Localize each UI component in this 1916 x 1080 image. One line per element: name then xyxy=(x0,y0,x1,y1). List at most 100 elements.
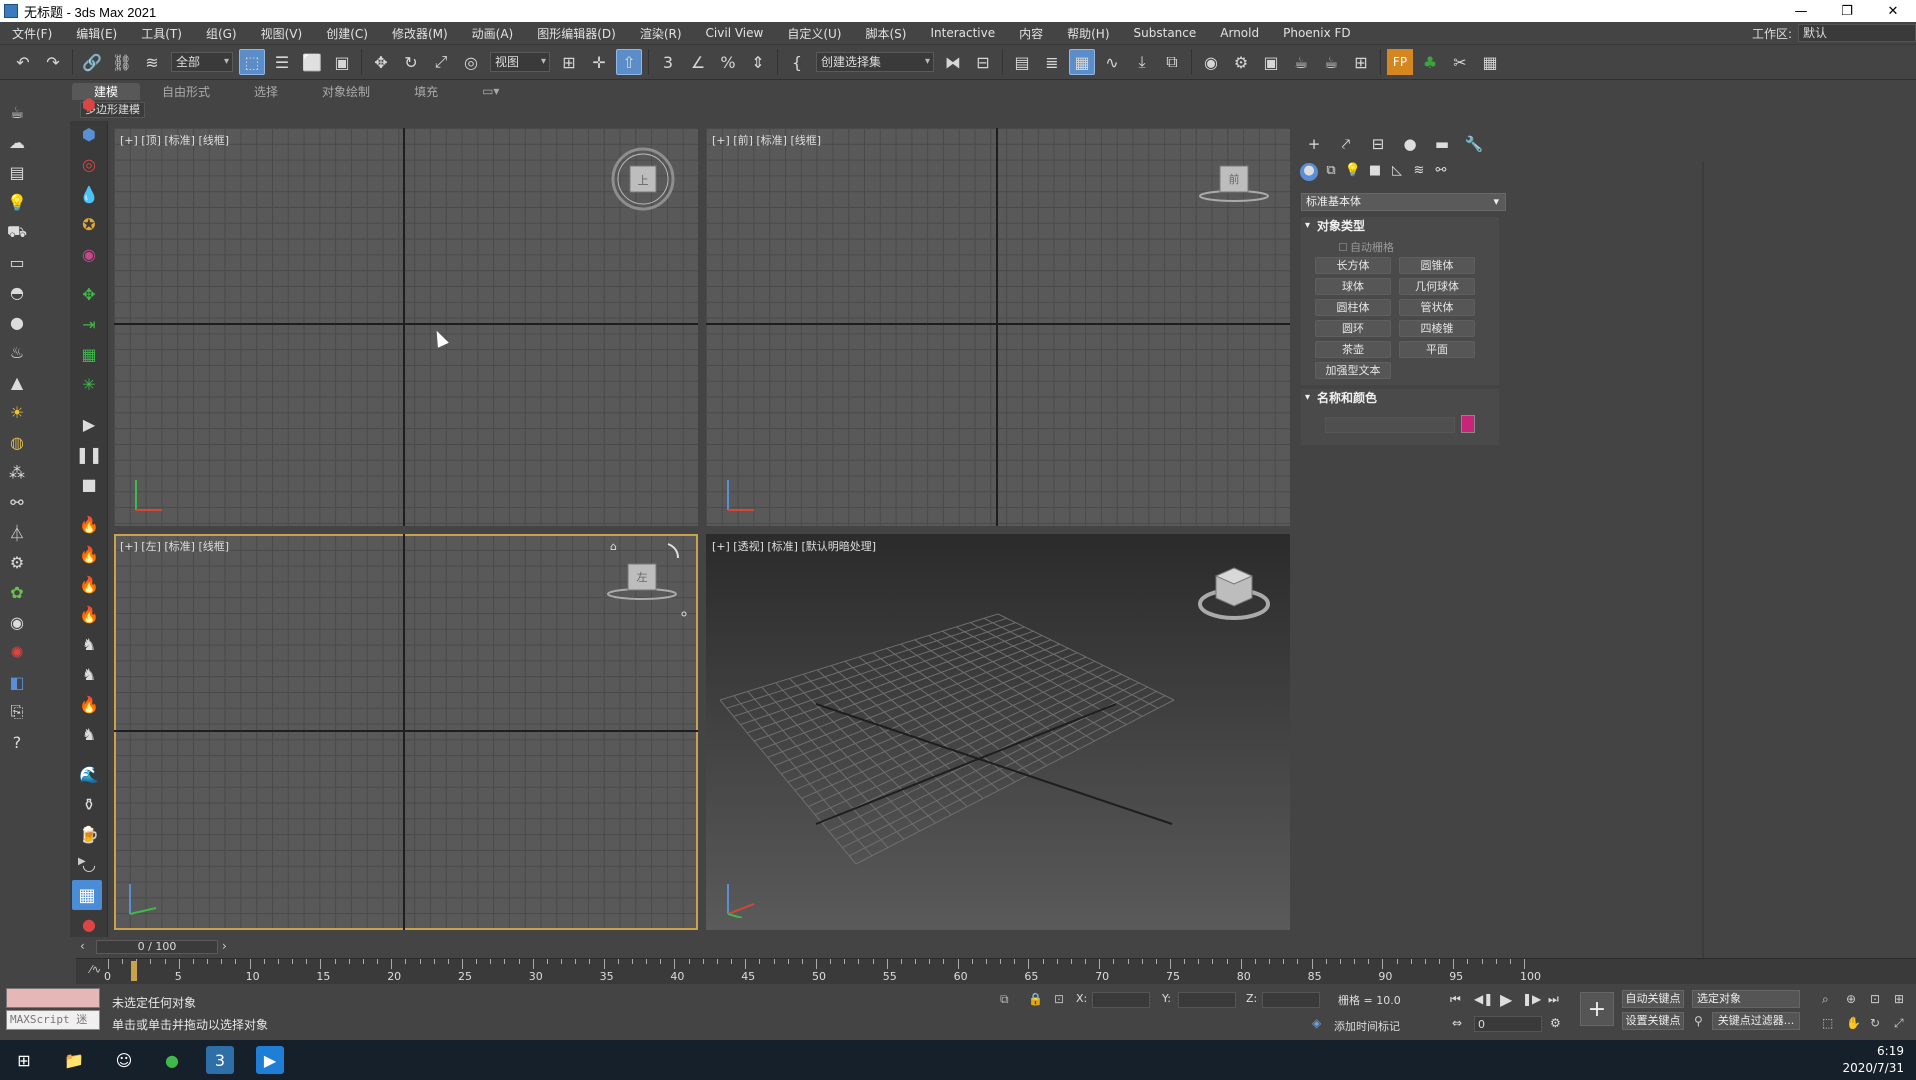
render-icon[interactable]: ◧ xyxy=(4,669,30,695)
menu-customize[interactable]: 自定义(U) xyxy=(775,25,853,42)
node-icon[interactable]: ⚯ xyxy=(4,489,30,515)
viewport-front-label[interactable]: [+] [前] [标准] [线框] xyxy=(712,132,821,148)
recorder-taskbar-icon[interactable]: ▶ xyxy=(256,1046,284,1074)
cone-button[interactable]: 圆锥体 xyxy=(1399,257,1475,274)
menu-interactive[interactable]: Interactive xyxy=(918,26,1007,40)
goto-start-icon[interactable]: ⏮ xyxy=(1450,992,1461,1007)
track-bar[interactable]: ⁄∿ 0 5 10 15 20 25 30 35 40 45 50 55 60 65 70 75 80 85 90 9… xyxy=(76,958,1916,984)
pan-icon[interactable]: ✋ xyxy=(1846,1016,1861,1030)
play-icon[interactable]: ▶ xyxy=(76,411,102,437)
viewcube-front[interactable]: 前 xyxy=(1196,158,1272,208)
schematic-view-icon[interactable]: ⧉ xyxy=(1159,49,1185,75)
cloud-icon[interactable]: ☁ xyxy=(4,129,30,155)
torus-button[interactable]: 圆环 xyxy=(1315,320,1391,337)
viewcube-top[interactable]: 上 xyxy=(608,144,678,214)
orbit-icon[interactable]: ↻ xyxy=(1870,1016,1880,1030)
gear-icon[interactable]: ⚙ xyxy=(4,549,30,575)
water-icon[interactable]: 🌊 xyxy=(76,761,102,787)
viewcube-perspective[interactable] xyxy=(1196,564,1272,628)
maximize-viewport-icon[interactable]: ⤢ xyxy=(1894,1016,1904,1031)
curve-toggle-icon[interactable]: ⁄∿ xyxy=(90,963,101,976)
time-prev-icon[interactable]: ‹ xyxy=(80,939,85,953)
geometry-icon[interactable]: ● xyxy=(1300,163,1318,181)
move-icon[interactable]: ✥ xyxy=(368,49,394,75)
sphere-button[interactable]: 球体 xyxy=(1315,278,1391,295)
rect-selection-icon[interactable]: ⬜ xyxy=(299,49,325,75)
key-mode-icon[interactable]: ⇔ xyxy=(1452,1016,1462,1030)
viewcube-left[interactable]: 左 xyxy=(604,540,694,620)
time-slider[interactable]: ‹ 0 / 100 › xyxy=(76,938,1298,956)
render-setup-icon[interactable]: ⚙ xyxy=(1228,49,1254,75)
menu-substance[interactable]: Substance xyxy=(1122,26,1209,40)
current-frame-marker[interactable] xyxy=(131,961,137,981)
workspace-dropdown[interactable]: 默认 xyxy=(1798,24,1916,42)
angle-snap-icon[interactable]: ∠ xyxy=(685,49,711,75)
phoenix-icon[interactable]: FP xyxy=(1387,49,1413,75)
selection-filter-dropdown[interactable]: 全部 xyxy=(171,52,233,72)
menu-create[interactable]: 创建(C) xyxy=(314,25,380,42)
ring-icon[interactable]: ◎ xyxy=(76,151,102,177)
tab-freeform[interactable]: 自由形式 xyxy=(140,83,232,100)
teapot-button[interactable]: 茶壶 xyxy=(1315,341,1391,358)
link-icon[interactable]: 🔗 xyxy=(79,49,105,75)
toggle-ribbon-icon[interactable]: ▦ xyxy=(1069,49,1095,75)
zoom-icon[interactable]: ⌕ xyxy=(1822,992,1829,1007)
percent-snap-icon[interactable]: % xyxy=(715,49,741,75)
next-frame-icon[interactable]: ❚▶ xyxy=(1522,992,1541,1006)
sphere-icon[interactable]: ● xyxy=(4,309,30,335)
fire3-icon[interactable]: 🔥 xyxy=(76,571,102,597)
undo-icon[interactable]: ↶ xyxy=(10,49,36,75)
utilities-tab-icon[interactable]: 🔧 xyxy=(1458,135,1490,157)
palette-icon[interactable]: ✺ xyxy=(4,639,30,665)
workspace-selector[interactable]: 工作区: 默认 xyxy=(1752,22,1916,44)
menu-scripting[interactable]: 脚本(S) xyxy=(853,25,918,42)
material-editor-icon[interactable]: ◉ xyxy=(1198,49,1224,75)
select-object-icon[interactable]: ⬚ xyxy=(239,49,265,75)
pyramid-button[interactable]: 四棱锥 xyxy=(1399,320,1475,337)
cube-icon[interactable]: ⬢ xyxy=(76,121,102,147)
play-button-icon[interactable]: ▶ xyxy=(1500,990,1512,1009)
tab-selection[interactable]: 选择 xyxy=(232,83,300,100)
viewport-left[interactable]: [+] [左] [标准] [线框] 左 ⌂ xyxy=(114,534,698,930)
align-icon[interactable]: ⊟ xyxy=(970,49,996,75)
rotate-icon[interactable]: ↻ xyxy=(398,49,424,75)
box-red-icon[interactable]: ⬢ xyxy=(76,91,102,117)
menu-modifiers[interactable]: 修改器(M) xyxy=(380,25,460,42)
scale-icon[interactable]: ⤢ xyxy=(428,49,454,75)
sun-icon[interactable]: ☀ xyxy=(4,399,30,425)
render-cloud-icon[interactable]: ⊞ xyxy=(1348,49,1374,75)
create-tab-icon[interactable]: + xyxy=(1298,135,1330,157)
menu-edit[interactable]: 编辑(E) xyxy=(64,25,129,42)
curve-editor-icon[interactable]: ∿ xyxy=(1099,49,1125,75)
viewport-layout-icon[interactable]: ▦ xyxy=(72,880,102,910)
ball-icon[interactable]: ● xyxy=(76,911,102,937)
menu-file[interactable]: 文件(F) xyxy=(0,25,64,42)
object-type-title[interactable]: 对象类型 xyxy=(1301,217,1499,235)
torus-icon[interactable]: ◉ xyxy=(76,241,102,267)
key-filter-icon[interactable]: ⚲ xyxy=(1694,1014,1703,1028)
set-key-mode-button[interactable]: 设置关键点 xyxy=(1622,1012,1684,1030)
file-explorer-icon[interactable]: 📁 xyxy=(60,1046,88,1074)
ribbon-options-icon[interactable]: ▭▾ xyxy=(460,84,521,98)
select-by-name-icon[interactable]: ☰ xyxy=(269,49,295,75)
textplus-button[interactable]: 加强型文本 xyxy=(1315,362,1391,379)
help-icon[interactable]: ? xyxy=(4,729,30,755)
avatar-app-icon[interactable]: ☺ xyxy=(110,1046,138,1074)
pot2-icon[interactable]: ⚱ xyxy=(76,791,102,817)
vehicle-icon[interactable]: ⛟ xyxy=(4,219,30,245)
hierarchy-tab-icon[interactable]: ⊟ xyxy=(1362,135,1394,157)
prev-frame-icon[interactable]: ◀❚ xyxy=(1474,992,1493,1006)
particles-icon[interactable]: ⁂ xyxy=(4,459,30,485)
pause-icon[interactable]: ❚❚ xyxy=(76,441,103,467)
menu-graph-editors[interactable]: 图形编辑器(D) xyxy=(525,25,628,42)
render-iterative-icon[interactable]: ☕ xyxy=(1318,49,1344,75)
plane-button[interactable]: 平面 xyxy=(1399,341,1475,358)
menu-views[interactable]: 视图(V) xyxy=(249,25,315,42)
tube-button[interactable]: 管状体 xyxy=(1399,299,1475,316)
viewport-top[interactable]: [+] [顶] [标准] [线框] 上 xyxy=(114,128,698,526)
pot-icon[interactable]: ♨ xyxy=(4,339,30,365)
lock-icon[interactable]: 🔒 xyxy=(1028,992,1043,1006)
teapot-icon[interactable]: ☕ xyxy=(4,99,30,125)
zoom-extents-all-icon[interactable]: ⊞ xyxy=(1894,992,1904,1006)
menu-animation[interactable]: 动画(A) xyxy=(460,25,526,42)
